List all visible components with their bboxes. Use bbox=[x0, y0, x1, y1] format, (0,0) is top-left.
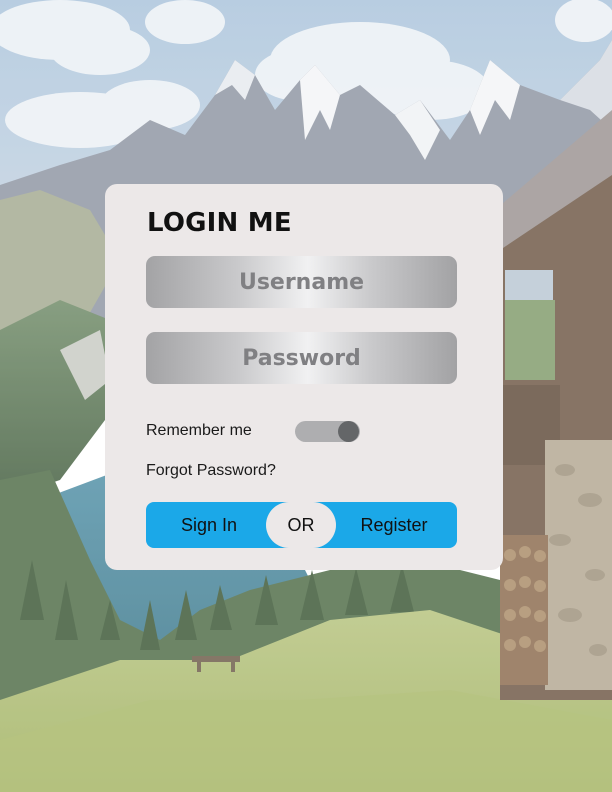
remember-me-toggle[interactable] bbox=[295, 421, 360, 442]
remember-me-label: Remember me bbox=[146, 422, 252, 439]
or-separator: OR bbox=[266, 502, 336, 548]
action-bar: Sign In Register OR bbox=[146, 502, 457, 548]
forgot-password-link[interactable]: Forgot Password? bbox=[146, 462, 276, 480]
toggle-knob bbox=[338, 421, 359, 442]
password-input[interactable] bbox=[146, 332, 457, 384]
login-title: LOGIN ME bbox=[147, 208, 292, 238]
username-input[interactable] bbox=[146, 256, 457, 308]
login-card: LOGIN ME Remember me Forgot Password? Si… bbox=[105, 184, 503, 570]
